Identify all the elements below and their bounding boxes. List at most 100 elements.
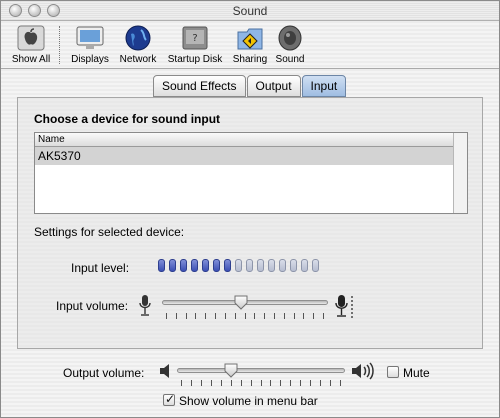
input-level-segment	[191, 259, 198, 272]
slider-tick	[235, 313, 236, 319]
hard-disk-icon: ?	[180, 24, 210, 52]
input-level-segment	[246, 259, 253, 272]
slider-tick	[280, 380, 281, 386]
preferences-toolbar: Show All Displays Network ? Startup Disk…	[1, 22, 499, 69]
speaker-icon	[275, 24, 305, 52]
tab-output[interactable]: Output	[246, 75, 301, 97]
input-volume-label: Input volume:	[56, 299, 129, 313]
list-column-header-name[interactable]: Name	[35, 133, 467, 147]
slider-tick	[274, 313, 275, 319]
tab-bar: Sound Effects Output Input	[153, 75, 347, 97]
choose-device-heading: Choose a device for sound input	[34, 112, 221, 126]
show-volume-menu-bar-label: Show volume in menu bar	[179, 394, 318, 408]
mute-checkbox[interactable]	[387, 366, 399, 378]
output-volume-slider[interactable]	[177, 362, 345, 389]
input-level-segment	[202, 259, 209, 272]
input-level-segment	[158, 259, 165, 272]
slider-tick	[310, 380, 311, 386]
sharing-folder-icon	[235, 24, 265, 52]
slider-tick	[284, 313, 285, 319]
input-device-list[interactable]: Name AK5370	[34, 132, 468, 214]
globe-icon	[123, 24, 153, 52]
slider-tick	[191, 380, 192, 386]
toolbar-label-sharing: Sharing	[232, 54, 268, 65]
list-scrollbar[interactable]	[453, 133, 467, 213]
input-tab-panel: Choose a device for sound input Name AK5…	[17, 97, 483, 349]
input-level-segment	[279, 259, 286, 272]
input-volume-thumb[interactable]	[233, 294, 249, 310]
input-level-segment	[257, 259, 264, 272]
input-level-segment	[301, 259, 308, 272]
slider-tick	[251, 380, 252, 386]
slider-tick	[264, 313, 265, 319]
input-level-segment	[290, 259, 297, 272]
toolbar-sharing[interactable]: Sharing	[229, 24, 271, 65]
input-level-segment	[312, 259, 319, 272]
output-volume-max-speaker-icon	[351, 361, 377, 384]
slider-tick	[211, 380, 212, 386]
slider-tick	[270, 380, 271, 386]
slider-tick	[261, 380, 262, 386]
slider-tick	[320, 380, 321, 386]
toolbar-label-displays: Displays	[71, 54, 109, 65]
toolbar-label-startup-disk: Startup Disk	[167, 54, 223, 65]
title-bar: Sound	[1, 1, 499, 21]
sound-preferences-window: Sound Show All Displays Network ? Startu…	[0, 0, 500, 418]
slider-tick	[290, 380, 291, 386]
slider-tick	[176, 313, 177, 319]
display-icon	[75, 24, 105, 52]
input-level-meter	[158, 259, 323, 272]
input-level-segment	[213, 259, 220, 272]
slider-tick	[205, 313, 206, 319]
slider-tick	[323, 313, 324, 319]
input-level-segment	[169, 259, 176, 272]
apple-icon	[16, 24, 46, 52]
toolbar-label-sound: Sound	[275, 54, 305, 65]
show-volume-menu-bar-checkbox[interactable]: ✓	[163, 392, 176, 406]
slider-tick	[330, 380, 331, 386]
slider-tick	[340, 380, 341, 386]
output-volume-min-speaker-icon	[158, 362, 174, 383]
list-item[interactable]: AK5370	[35, 147, 467, 165]
toolbar-label-network: Network	[119, 54, 157, 65]
toolbar-separator	[59, 26, 60, 64]
slider-tick	[241, 380, 242, 386]
slider-tick	[294, 313, 295, 319]
toolbar-network[interactable]: Network	[117, 24, 159, 65]
slider-tick	[225, 313, 226, 319]
slider-tick	[181, 380, 182, 386]
slider-tick	[245, 313, 246, 319]
input-level-label: Input level:	[71, 261, 130, 275]
toolbar-startup-disk[interactable]: ? Startup Disk	[163, 24, 227, 65]
slider-tick	[195, 313, 196, 319]
input-level-segment	[224, 259, 231, 272]
slider-tick	[186, 313, 187, 319]
input-volume-ticks	[166, 313, 324, 319]
slider-tick	[300, 380, 301, 386]
svg-text:?: ?	[192, 33, 197, 44]
input-volume-max-mic-icon	[334, 294, 356, 323]
output-volume-track	[177, 368, 345, 373]
window-title: Sound	[232, 4, 268, 18]
input-volume-slider[interactable]	[162, 294, 328, 320]
slider-tick	[221, 380, 222, 386]
input-level-segment	[268, 259, 275, 272]
input-level-segment	[180, 259, 187, 272]
tab-sound-effects[interactable]: Sound Effects	[153, 75, 246, 97]
slider-tick	[303, 313, 304, 319]
tab-input[interactable]: Input	[301, 75, 347, 97]
toolbar-show-all[interactable]: Show All	[9, 24, 53, 65]
mute-label: Mute	[403, 366, 430, 380]
input-level-segment	[235, 259, 242, 272]
toolbar-label-show-all: Show All	[11, 54, 51, 65]
slider-tick	[254, 313, 255, 319]
output-volume-thumb[interactable]	[223, 362, 239, 378]
checkmark-icon: ✓	[165, 392, 176, 406]
toolbar-sound[interactable]: Sound	[273, 24, 307, 65]
slider-tick	[231, 380, 232, 386]
slider-tick	[166, 313, 167, 319]
slider-tick	[313, 313, 314, 319]
toolbar-displays[interactable]: Displays	[68, 24, 112, 65]
settings-selected-device-label: Settings for selected device:	[34, 225, 185, 239]
slider-tick	[215, 313, 216, 319]
